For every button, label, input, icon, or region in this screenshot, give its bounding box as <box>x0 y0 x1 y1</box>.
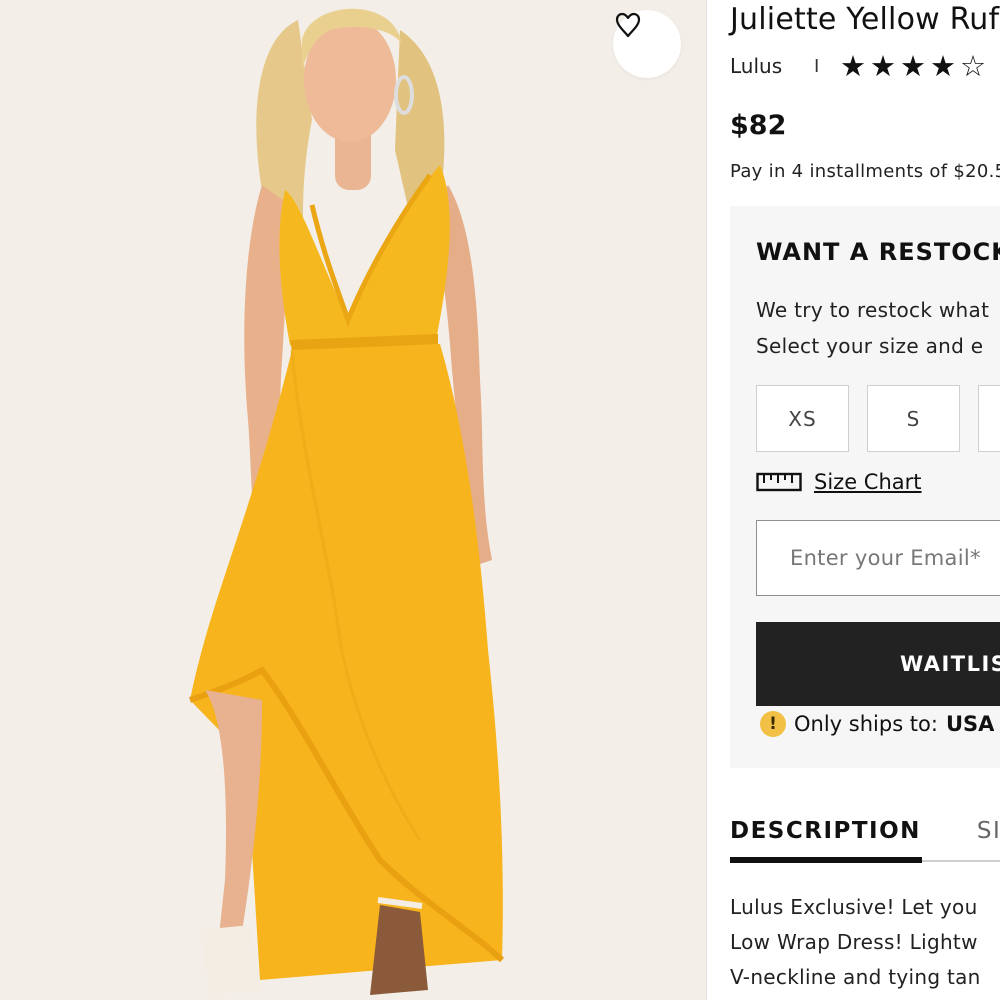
size-chart-link[interactable]: Size Chart <box>756 470 922 494</box>
product-details-panel: Juliette Yellow Ruffled High-Low Wrap Dr… <box>707 0 1000 1000</box>
ruler-icon <box>756 472 802 492</box>
dress-model-illustration <box>0 0 706 1000</box>
ships-country: USA <box>945 712 995 736</box>
description-line-3: V-neckline and tying tan <box>730 965 981 989</box>
size-chart-label: Size Chart <box>814 470 922 494</box>
brand-link[interactable]: Lulus <box>730 54 782 78</box>
brand-separator: I <box>814 56 820 77</box>
star-icon: ★ <box>840 49 866 83</box>
product-title: Juliette Yellow Ruffled High-Low Wrap Dr… <box>730 2 1000 37</box>
favorite-button[interactable] <box>613 10 681 78</box>
size-selector: XS S M <box>756 385 1000 452</box>
size-option-m[interactable]: M <box>978 385 1000 452</box>
tab-description[interactable]: DESCRIPTION <box>730 818 921 844</box>
description-line-1: Lulus Exclusive! Let you <box>730 895 978 919</box>
size-option-xs[interactable]: XS <box>756 385 849 452</box>
shipping-restriction: ! Only ships to: USA <box>760 711 994 737</box>
ships-label: Only ships to: <box>794 712 938 736</box>
restock-line-2: Select your size and e <box>756 334 984 358</box>
detail-tabs: DESCRIPTION SIZE & FIT <box>730 818 1000 844</box>
star-icon: ★ <box>870 49 896 83</box>
waitlist-button[interactable]: WAITLIST <box>756 622 1000 706</box>
restock-title: WANT A RESTOCK ALERT? <box>756 238 1000 266</box>
email-field[interactable]: Enter your Email* <box>756 520 1000 596</box>
star-icon: ★ <box>900 49 926 83</box>
heart-outline-icon <box>615 12 641 38</box>
product-price: $82 <box>730 110 787 141</box>
restock-description: We try to restock what Select your size … <box>756 292 989 364</box>
restock-alert-box: WANT A RESTOCK ALERT? We try to restock … <box>730 206 1000 768</box>
star-icon: ★ <box>930 49 956 83</box>
restock-line-1: We try to restock what <box>756 298 990 322</box>
active-tab-indicator <box>730 857 922 863</box>
email-placeholder: Enter your Email* <box>790 546 981 570</box>
star-outline-icon: ☆ <box>960 49 986 83</box>
installments-text: Pay in 4 installments of $20.50 <box>730 161 1000 182</box>
product-image[interactable] <box>0 0 706 1000</box>
size-option-s[interactable]: S <box>867 385 960 452</box>
description-line-2: Low Wrap Dress! Lightw <box>730 930 978 954</box>
rating-stars[interactable]: ★ ★ ★ ★ ☆ <box>840 50 986 82</box>
warning-icon: ! <box>760 711 786 737</box>
tab-size-fit[interactable]: SIZE & FIT <box>977 818 1000 844</box>
description-text: Lulus Exclusive! Let you Low Wrap Dress!… <box>730 890 981 995</box>
